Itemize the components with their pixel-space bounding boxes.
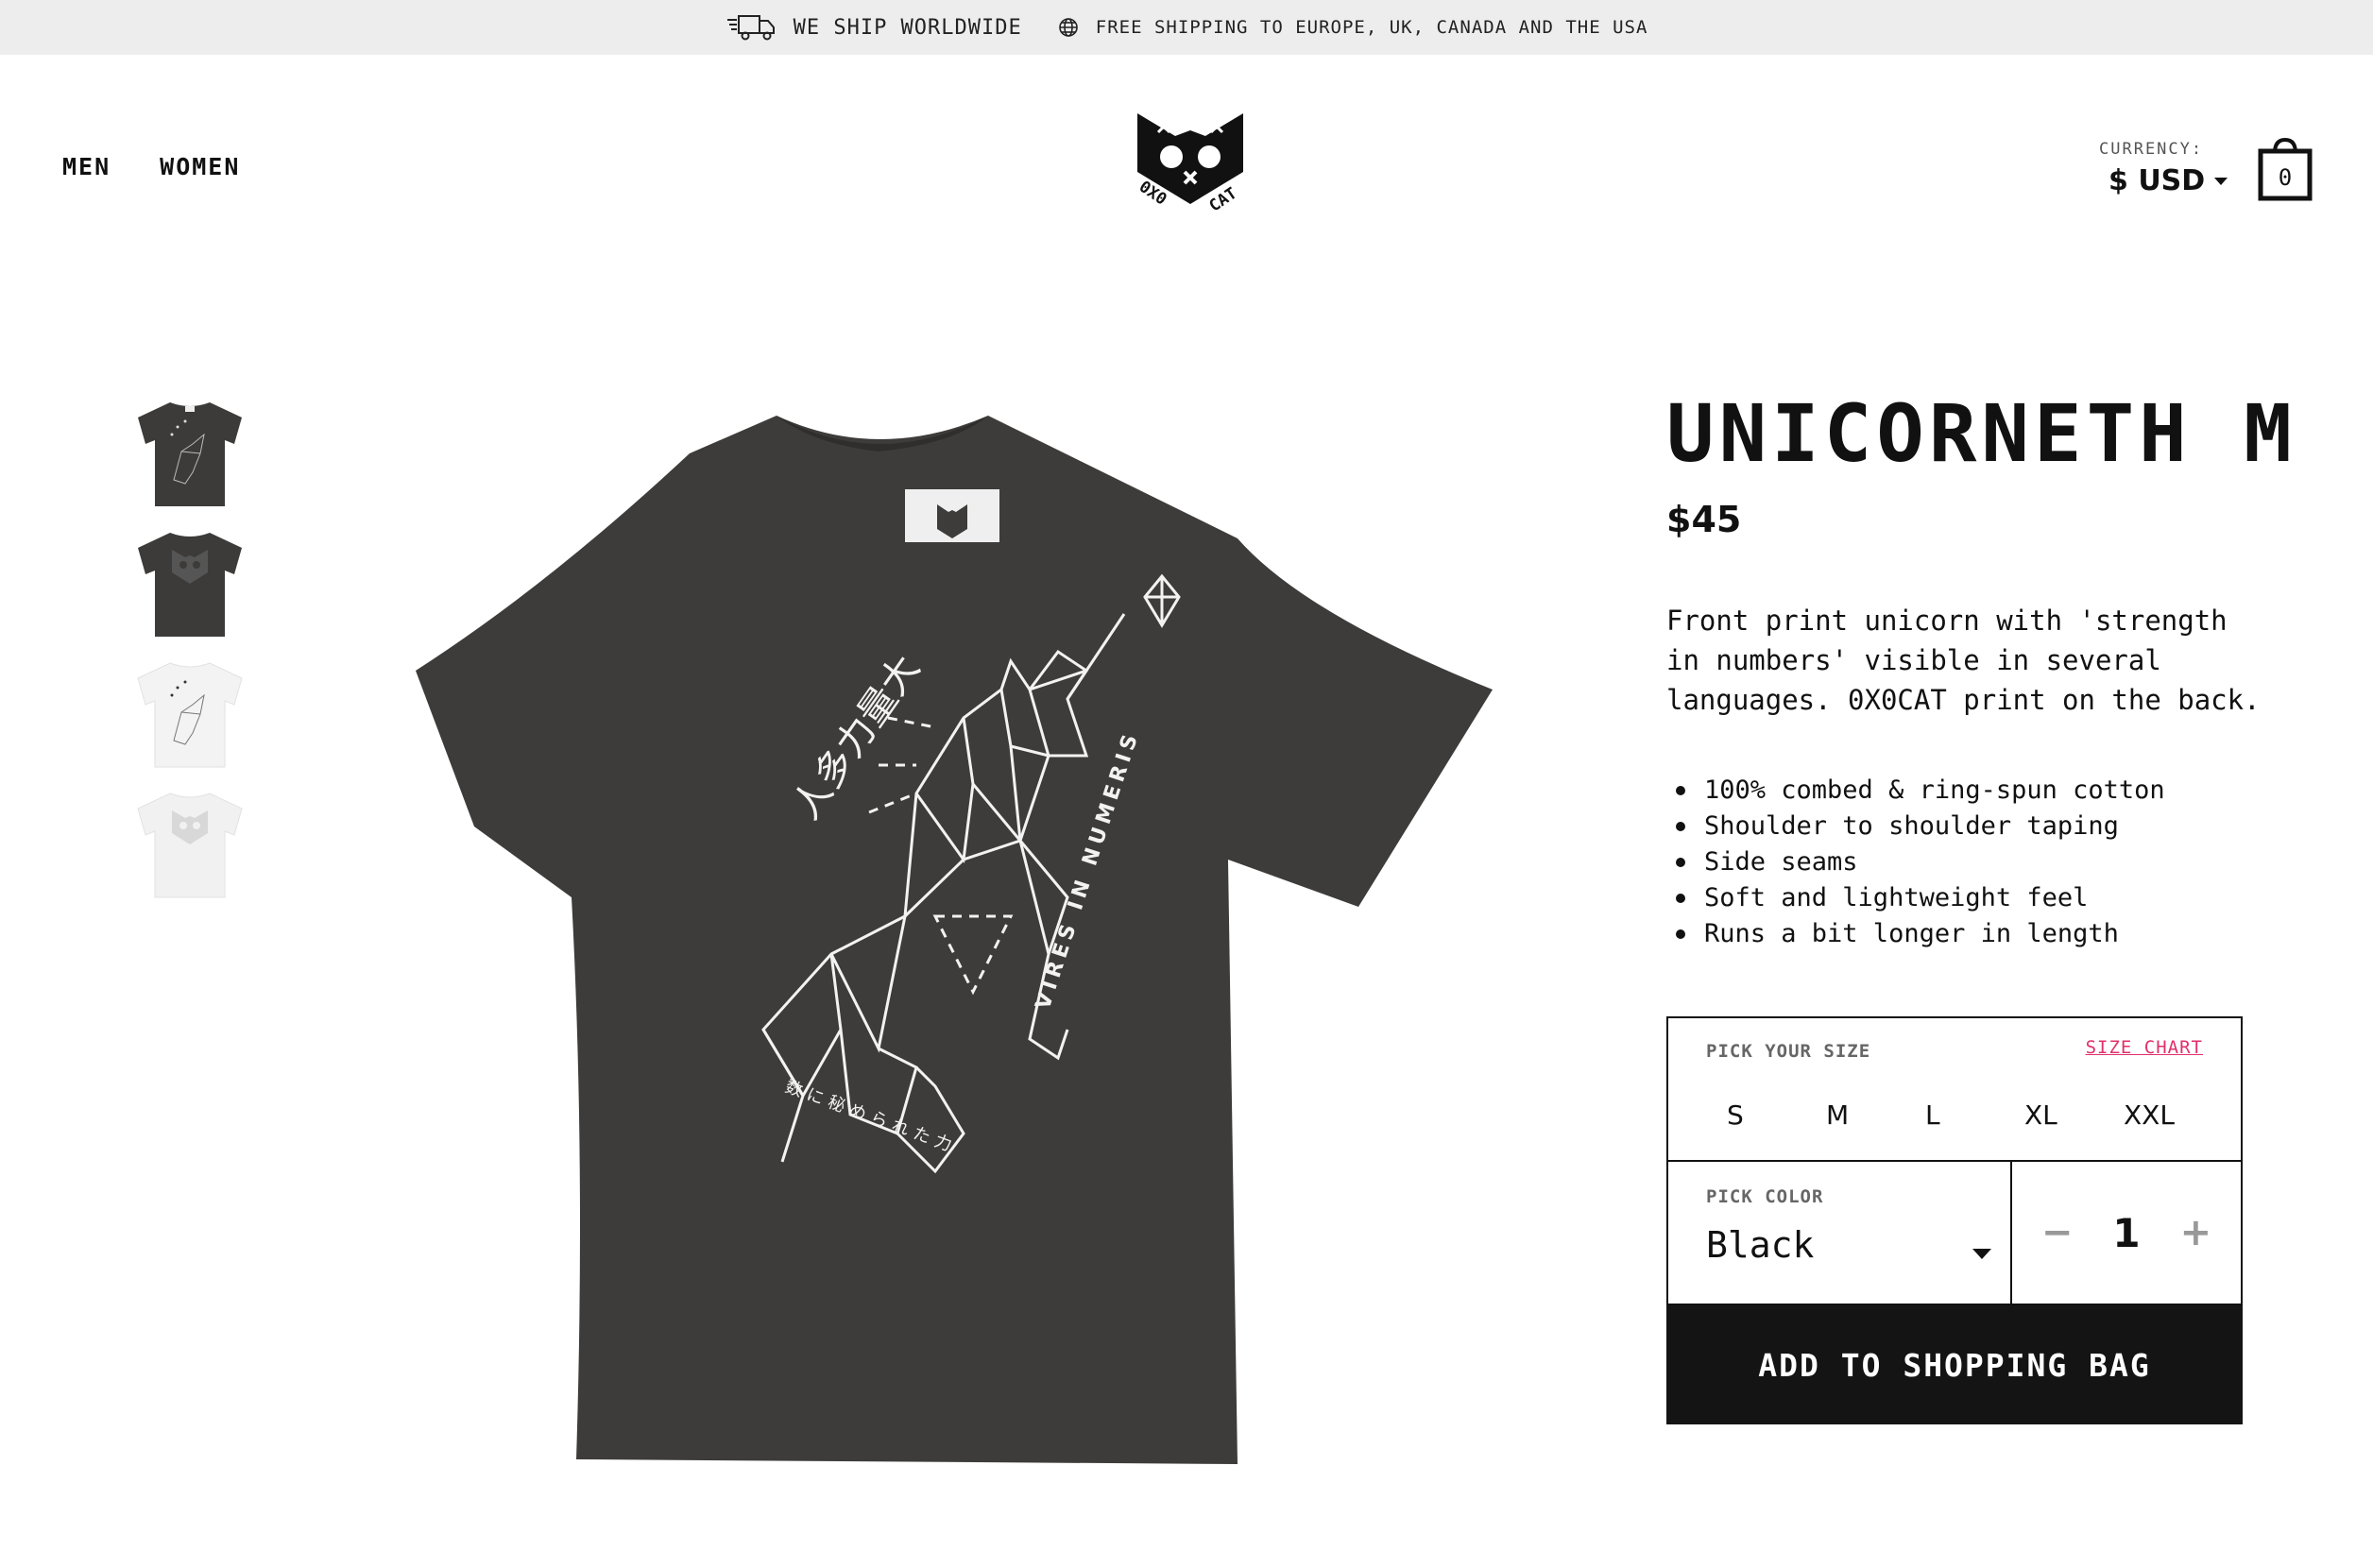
shopping-bag-button[interactable]: 0 — [2258, 136, 2313, 202]
bullet-icon — [1676, 929, 1685, 939]
currency-label: CURRENCY: — [2099, 140, 2204, 159]
chevron-down-icon — [2214, 177, 2228, 185]
feature-text: 100% combed & ring-spun cotton — [1704, 775, 2165, 805]
bullet-icon — [1676, 822, 1685, 831]
chevron-down-icon — [1972, 1249, 1991, 1259]
size-option-xxl[interactable]: XXL — [2105, 1099, 2204, 1131]
feature-text: Soft and lightweight feel — [1704, 883, 2089, 912]
feature-text: Shoulder to shoulder taping — [1704, 811, 2119, 841]
size-options: S M L XL XXL — [1708, 1099, 2204, 1131]
thumbnail-white-unicorn[interactable] — [132, 657, 248, 771]
currency-value[interactable]: $ USD — [2108, 164, 2228, 197]
qty-plus-button[interactable]: + — [2180, 1211, 2212, 1254]
color-value: Black — [1706, 1224, 1815, 1266]
thumbnail-list — [132, 397, 248, 901]
size-option-s[interactable]: S — [1708, 1099, 1807, 1131]
thumbnail-dark-logo[interactable] — [132, 527, 248, 640]
product-title: UNICORNETH M — [1666, 387, 2296, 480]
purchase-options: PICK YOUR SIZE SIZE CHART S M L XL XXL P… — [1666, 1016, 2243, 1424]
announcement-bar: WE SHIP WORLDWIDE FREE SHIPPING TO EUROP… — [0, 0, 2373, 55]
size-option-m[interactable]: M — [1807, 1099, 1906, 1131]
size-chart-link[interactable]: SIZE CHART — [2086, 1037, 2203, 1058]
oxocat-logo[interactable]: 0X0 CAT — [1130, 110, 1251, 213]
free-shipping-text: FREE SHIPPING TO EUROPE, UK, CANADA AND … — [1095, 17, 1648, 38]
add-to-bag-button[interactable]: ADD TO SHOPPING BAG — [1666, 1305, 2243, 1424]
list-item: Side seams — [1666, 844, 2165, 880]
qty-minus-button[interactable]: − — [2041, 1211, 2074, 1254]
thumbnail-white-logo[interactable] — [132, 788, 248, 901]
feature-list: 100% combed & ring-spun cotton Shoulder … — [1666, 773, 2165, 952]
bullet-icon — [1676, 786, 1685, 795]
currency-selector[interactable]: CURRENCY: $ USD — [2099, 140, 2228, 197]
size-picker: PICK YOUR SIZE SIZE CHART S M L XL XXL — [1666, 1016, 2243, 1162]
product-main-image: 人多力量大 VIRES IN NUMERIS 数に秘められた力 — [416, 416, 1493, 1464]
bullet-icon — [1676, 894, 1685, 903]
size-label: PICK YOUR SIZE — [1706, 1041, 1871, 1062]
nav-men-link[interactable]: MEN — [62, 153, 111, 180]
list-item: Shoulder to shoulder taping — [1666, 809, 2165, 844]
tshirt-shape — [416, 416, 1493, 1464]
size-option-l[interactable]: L — [1906, 1099, 2006, 1131]
qty-value: 1 — [2112, 1209, 2141, 1256]
feature-text: Side seams — [1704, 847, 1858, 877]
feature-text: Runs a bit longer in length — [1704, 919, 2119, 948]
quantity-stepper: − 1 + — [2012, 1162, 2241, 1304]
color-label: PICK COLOR — [1706, 1186, 1824, 1207]
ship-worldwide-group: WE SHIP WORLDWIDE — [726, 14, 1022, 41]
product-price: $45 — [1666, 499, 1742, 540]
product-description: Front print unicorn with 'strength in nu… — [1666, 605, 2261, 716]
thumbnail-dark-unicorn[interactable] — [132, 397, 248, 510]
globe-icon — [1058, 18, 1078, 37]
free-shipping-group: FREE SHIPPING TO EUROPE, UK, CANADA AND … — [1058, 17, 1648, 38]
list-item: Soft and lightweight feel — [1666, 880, 2165, 916]
bullet-icon — [1676, 858, 1685, 867]
color-select[interactable]: PICK COLOR Black — [1668, 1162, 2012, 1304]
truck-icon — [726, 15, 775, 41]
bag-count: 0 — [2278, 164, 2293, 191]
list-item: Runs a bit longer in length — [1666, 916, 2165, 952]
currency-value-text: $ USD — [2108, 164, 2206, 197]
ship-worldwide-text: WE SHIP WORLDWIDE — [793, 15, 1022, 40]
color-qty-row: PICK COLOR Black − 1 + — [1666, 1162, 2243, 1305]
nav-women-link[interactable]: WOMEN — [160, 153, 240, 180]
size-option-xl[interactable]: XL — [2006, 1099, 2105, 1131]
list-item: 100% combed & ring-spun cotton — [1666, 773, 2165, 809]
main-nav: MEN WOMEN — [62, 153, 240, 180]
